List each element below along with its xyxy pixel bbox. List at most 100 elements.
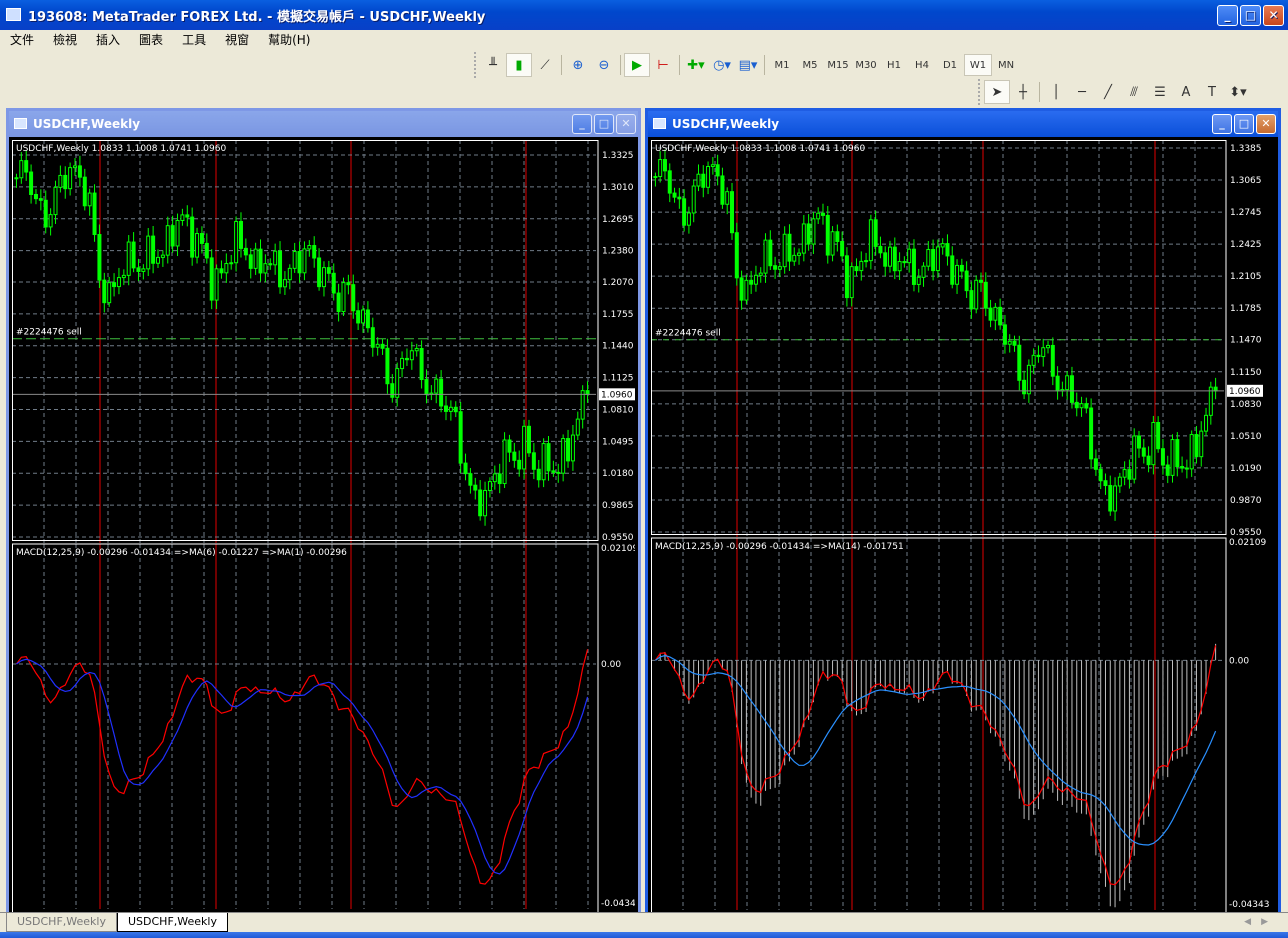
candle <box>1165 464 1170 476</box>
candle <box>1022 379 1027 395</box>
candle <box>988 307 993 321</box>
candle <box>107 282 112 304</box>
minimize-button[interactable]: _ <box>1212 114 1232 134</box>
tab-chart-1[interactable]: USDCHF,Weekly <box>6 913 117 932</box>
candle <box>87 192 92 207</box>
crosshair-icon[interactable]: ┼ <box>1010 80 1036 104</box>
candle <box>1084 403 1089 409</box>
candle <box>720 175 725 205</box>
zoom-in-icon[interactable]: ⊕ <box>565 53 591 77</box>
periods-clock-icon[interactable]: ◷▾ <box>709 53 735 77</box>
timeframe-m15[interactable]: M15 <box>824 54 852 76</box>
new-indicator-icon[interactable]: ✚▾ <box>683 53 709 77</box>
zoom-out-icon[interactable]: ⊖ <box>591 53 617 77</box>
menu-file[interactable]: 文件 <box>10 31 43 48</box>
candle <box>92 192 97 236</box>
menu-charts[interactable]: 圖表 <box>139 31 172 48</box>
timeframe-mn[interactable]: MN <box>992 54 1020 76</box>
cursor-icon[interactable]: ➤ <box>984 80 1010 104</box>
macd-pane-bg <box>651 537 1286 919</box>
candle <box>1117 476 1122 487</box>
price-chart[interactable]: 1.3325 1.3010 1.2695 1.2380 1.2070 1.1755 1.14… <box>12 140 658 918</box>
fibonacci-retracement-icon[interactable]: ☰ <box>1147 80 1173 104</box>
candlestick-chart-icon[interactable]: ▮ <box>506 53 532 77</box>
price-tick-label: 1.3385 <box>1230 144 1262 154</box>
timeframe-h4[interactable]: H4 <box>908 54 936 76</box>
candle <box>1122 469 1127 478</box>
candle <box>346 282 351 286</box>
candle <box>526 425 531 454</box>
candle <box>1012 340 1017 346</box>
candle <box>146 235 151 270</box>
minimize-button[interactable]: _ <box>572 114 592 134</box>
maximize-button[interactable]: □ <box>1240 5 1261 26</box>
candle <box>312 245 317 259</box>
auto-scroll-icon[interactable]: ▶ <box>624 53 650 77</box>
candle <box>835 231 840 242</box>
macd-tick-label: 0.02109 <box>601 544 635 554</box>
tab-chart-2[interactable]: USDCHF,Weekly <box>116 913 228 932</box>
candle <box>58 174 63 188</box>
candle <box>691 185 696 214</box>
candle <box>797 252 802 256</box>
chart-window-right[interactable]: USDCHF,Weekly _ □ ✕ 1.3385 1.3065 1.2745 1.24… <box>645 108 1286 919</box>
candle <box>48 214 53 228</box>
timeframe-w1[interactable]: W1 <box>964 54 992 76</box>
timeframe-m1[interactable]: M1 <box>768 54 796 76</box>
candle <box>370 327 375 348</box>
chart-window-titlebar[interactable]: USDCHF,Weekly _ □ ✕ <box>648 111 1278 137</box>
candle <box>1108 485 1113 512</box>
candle <box>782 233 787 268</box>
menu-tools[interactable]: 工具 <box>182 31 215 48</box>
menu-help[interactable]: 幫助(H) <box>268 31 319 48</box>
timeframe-m30[interactable]: M30 <box>852 54 880 76</box>
candle <box>468 473 473 486</box>
close-button[interactable]: ✕ <box>1256 114 1276 134</box>
menu-window[interactable]: 視窗 <box>225 31 258 48</box>
timeframe-h1[interactable]: H1 <box>880 54 908 76</box>
vertical-line-icon[interactable]: │ <box>1043 80 1069 104</box>
candle <box>175 220 180 247</box>
text-label-icon[interactable]: T <box>1199 80 1225 104</box>
bar-chart-icon[interactable]: ╨ <box>480 53 506 77</box>
chart-shift-icon[interactable]: ⊢ <box>650 53 676 77</box>
close-button[interactable]: ✕ <box>616 114 636 134</box>
menu-insert[interactable]: 插入 <box>96 31 129 48</box>
candle <box>830 231 835 256</box>
candle <box>1132 435 1137 480</box>
maximize-button[interactable]: □ <box>594 114 614 134</box>
candle <box>706 165 711 188</box>
candle <box>1055 375 1060 392</box>
candle <box>849 266 854 299</box>
candle <box>959 264 964 272</box>
minimize-button[interactable]: _ <box>1217 5 1238 26</box>
menu-view[interactable]: 檢視 <box>53 31 86 48</box>
price-tick-label: 1.0510 <box>1230 432 1262 442</box>
candle <box>734 232 739 279</box>
candle <box>926 249 931 267</box>
candle <box>1184 467 1189 470</box>
tab-scroll-arrows[interactable]: ◀▶ <box>1244 917 1278 927</box>
templates-icon[interactable]: ▤▾ <box>735 53 761 77</box>
text-icon[interactable]: A <box>1173 80 1199 104</box>
price-chart[interactable]: 1.3385 1.3065 1.2745 1.2425 1.2105 1.1785 1.14… <box>651 140 1286 919</box>
line-chart-icon[interactable]: ⟋ <box>532 53 558 77</box>
candle <box>248 254 253 269</box>
candle <box>1002 324 1007 345</box>
timeframe-d1[interactable]: D1 <box>936 54 964 76</box>
candle <box>1204 414 1209 432</box>
fibonacci-channel-icon[interactable]: ⫻ <box>1121 80 1147 104</box>
candle <box>945 243 950 257</box>
candle <box>710 164 715 167</box>
macd-header: MACD(12,25,9) -0.00296 -0.01434 =>MA(6) … <box>16 548 347 558</box>
trendline-icon[interactable]: ╱ <box>1095 80 1121 104</box>
horizontal-line-icon[interactable]: ─ <box>1069 80 1095 104</box>
maximize-button[interactable]: □ <box>1234 114 1254 134</box>
chart-window-left[interactable]: USDCHF,Weekly _ □ ✕ 1.3325 1.3010 1.2695 1.23… <box>6 108 658 918</box>
chart-window-titlebar[interactable]: USDCHF,Weekly _ □ ✕ <box>9 111 638 137</box>
candle <box>404 357 409 361</box>
close-button[interactable]: ✕ <box>1263 5 1284 26</box>
arrows-icon[interactable]: ⬍▾ <box>1225 80 1251 104</box>
candle <box>395 368 400 398</box>
timeframe-m5[interactable]: M5 <box>796 54 824 76</box>
